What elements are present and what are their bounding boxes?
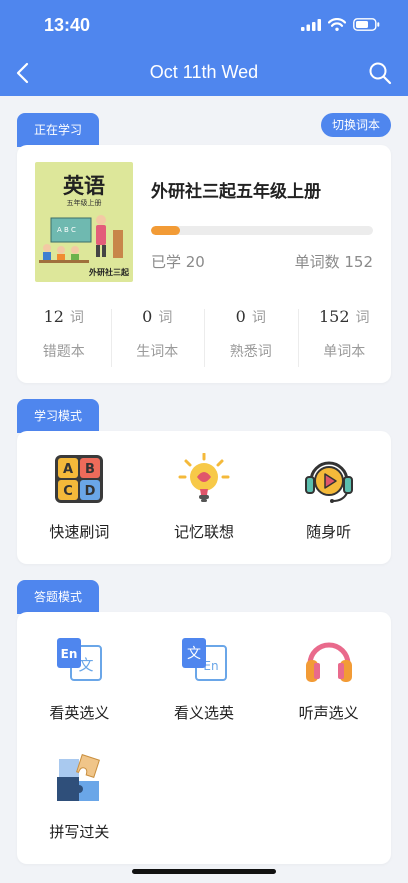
cover-publisher: 外研社三起 [89,268,129,277]
mode-label: 记忆联想 [173,523,234,541]
stat-label: 熟悉词 [229,344,272,360]
home-indicator [132,869,276,874]
current-learning-tab: 正在学习 [17,113,99,147]
quiz-mode-tab: 答题模式 [17,580,99,614]
headset-icon [304,461,353,503]
word-count: 单词数 152 [294,253,373,271]
stat-number: 0 [235,307,246,326]
svg-text:A: A [63,462,73,477]
svg-text:C: C [64,484,74,499]
app-header: 13:40 Oct 11th Wed [0,0,408,96]
study-mode-card: A B C D 快速刷词 记忆联想 随身听 [17,431,391,564]
signal-icon [301,18,321,31]
abcd-blocks-icon: A B C D [55,455,104,503]
progress-fill [151,226,181,235]
stat-word-book[interactable]: 152 词 单词本 [297,307,392,367]
lightbulb-icon [178,452,230,502]
stat-unit: 词 [355,310,370,326]
stat-familiar-words[interactable]: 0词 熟悉词 [204,307,298,367]
progress-bar [151,226,373,235]
stat-label: 生词本 [136,344,179,360]
status-time: 13:40 [44,15,91,35]
spelling-button[interactable]: 拼写过关 [17,753,142,842]
en-to-zh-icon: 文 En [57,638,103,681]
svg-text:A B C: A B C [57,226,76,234]
learned-count: 已学 20 [151,253,205,271]
quick-review-button[interactable]: A B C D 快速刷词 [17,453,142,542]
mode-label: 听声选义 [298,704,359,722]
cover-title: 英语 [63,174,105,198]
listen-to-meaning-button[interactable]: 听声选义 [266,634,391,723]
cover-subtitle: 五年级上册 [66,199,102,207]
book-cover[interactable]: 英语 五年级上册 A B C 外研社三起 [35,162,133,282]
wifi-icon [328,18,346,31]
status-icons [301,18,380,31]
switch-wordbook-button[interactable]: 切换词本 [320,113,391,137]
book-name: 外研社三起五年级上册 [151,182,321,202]
stat-number: 12 [43,307,64,326]
mode-label: 拼写过关 [49,823,110,841]
mode-label: 随身听 [306,523,352,541]
headphones-icon [305,642,352,682]
stat-unit: 词 [251,310,266,326]
study-mode-tab: 学习模式 [17,399,99,433]
mode-label: 快速刷词 [49,523,110,541]
svg-text:En: En [61,647,78,661]
mode-label: 看英选义 [49,704,110,722]
quiz-mode-card: 文 En 看英选义 En 文 看义选英 听声选义 拼写过关 [17,612,391,864]
search-icon[interactable] [368,61,392,85]
classroom-illustration: A B C [39,215,123,263]
stats-row: 12 词 错题本 0词 生词本 0词 熟悉词 152 词 单词本 [17,307,392,367]
zh-to-en-icon: En 文 [181,638,227,681]
stat-number: 152 [318,307,350,326]
current-book-card: 英语 五年级上册 A B C 外研社三起 外研社三起五年级上册 已学 20 单词… [17,145,391,383]
puzzle-icon [57,754,101,801]
page-title: Oct 11th Wed [149,62,259,82]
svg-text:D: D [85,484,96,499]
stat-label: 错题本 [42,344,85,360]
stat-label: 单词本 [323,344,366,360]
en-to-meaning-button[interactable]: 文 En 看英选义 [17,634,142,723]
mode-label: 看义选英 [173,704,234,722]
stat-new-words[interactable]: 0词 生词本 [110,307,205,367]
listen-anywhere-button[interactable]: 随身听 [266,453,391,542]
stat-unit: 词 [69,310,84,326]
svg-text:B: B [85,462,95,477]
stat-unit: 词 [158,310,173,326]
stat-wrong-book[interactable]: 12 词 错题本 [17,307,111,361]
memory-association-button[interactable]: 记忆联想 [142,452,267,542]
battery-icon [353,18,380,31]
svg-text:文: 文 [187,646,201,662]
meaning-to-en-button[interactable]: En 文 看义选英 [142,634,267,723]
stat-number: 0 [142,307,153,326]
